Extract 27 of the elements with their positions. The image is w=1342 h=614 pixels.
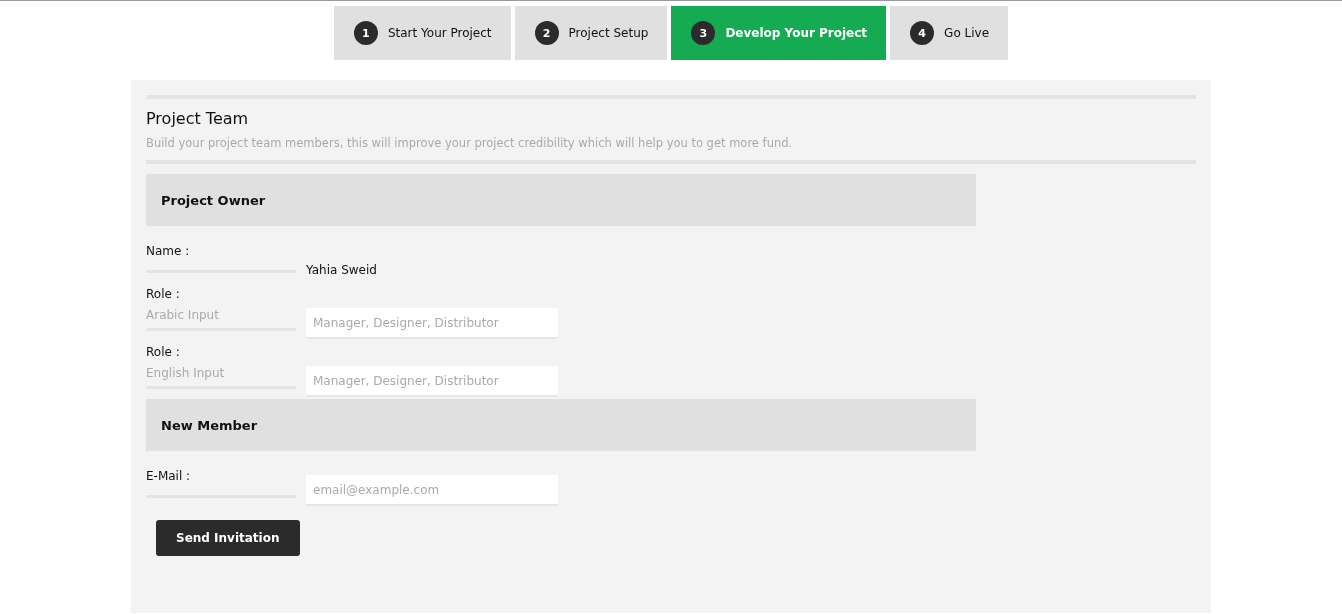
step-label: Go Live — [944, 26, 990, 40]
field-label: Name : — [146, 244, 191, 258]
step-label: Start Your Project — [387, 26, 492, 40]
panel-title: Project Team — [146, 109, 250, 128]
step-label: Develop Your Project — [725, 26, 868, 40]
step-number: 1 — [353, 21, 378, 45]
input-field[interactable]: Manager, Designer, Distributor — [306, 308, 558, 339]
send-invitation-button[interactable]: Send Invitation — [156, 520, 300, 556]
section-header: New Member — [146, 399, 976, 451]
field-label: E-Mail : — [146, 469, 192, 483]
step-number: 4 — [910, 21, 935, 45]
input-field[interactable]: Manager, Designer, Distributor — [306, 366, 558, 397]
field-label: Role : — [146, 287, 181, 301]
panel-subtitle: Build your project team members, this will improve your project credibility which will help you to get more fund. — [146, 136, 794, 150]
section-header: Project Owner — [146, 174, 976, 226]
step-tab[interactable]: 4 Go Live — [890, 6, 1009, 60]
step-number: 3 — [691, 21, 716, 45]
field-value: Yahia Sweid — [306, 263, 377, 277]
step-number: 2 — [534, 21, 559, 45]
field-label: Role : — [146, 345, 181, 359]
field-hint: English Input — [146, 366, 226, 380]
step-label: Project Setup — [568, 26, 649, 40]
step-tab[interactable]: 3 Develop Your Project — [671, 6, 887, 60]
input-field[interactable]: email@example.com — [306, 475, 558, 506]
step-tab[interactable]: 1 Start Your Project — [333, 6, 511, 60]
step-tab[interactable]: 2 Project Setup — [514, 6, 668, 60]
field-hint: Arabic Input — [146, 308, 220, 322]
